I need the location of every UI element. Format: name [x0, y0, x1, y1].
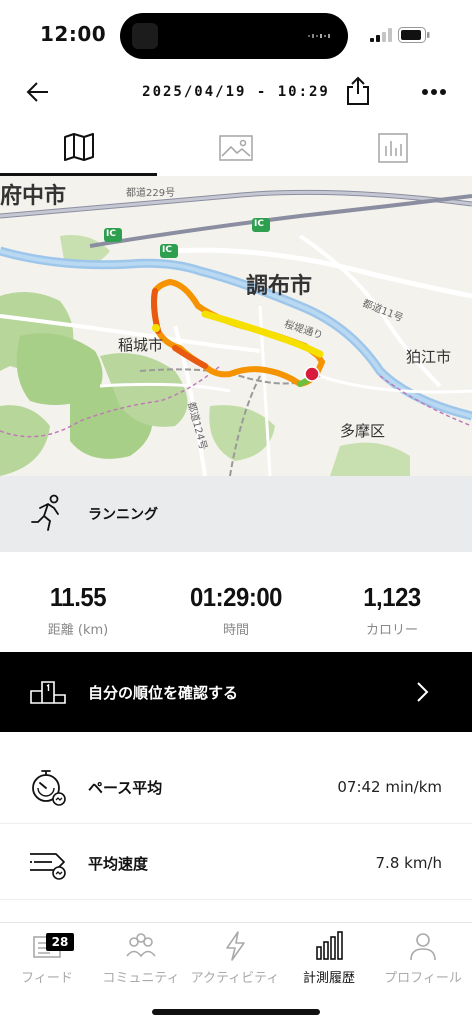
- image-icon: [218, 135, 253, 161]
- tab-photos[interactable]: [157, 120, 314, 176]
- map-label-road-229: 都道229号: [126, 188, 176, 199]
- stopwatch-icon: [32, 770, 66, 806]
- map-icon: [63, 132, 94, 161]
- podium-icon: [30, 681, 66, 704]
- map-label-inagi: 稲城市: [118, 336, 164, 354]
- bottom-nav: 28 フィード コミュニティ アクティビティ 計測履歴 プロフィール: [0, 922, 472, 1024]
- nav-label-profile: プロフィール: [384, 971, 462, 986]
- stat-distance: 11.55 距離 (km): [0, 582, 158, 638]
- metric-speed-label: 平均速度: [88, 855, 149, 873]
- map-label-ic-3: IC: [254, 219, 264, 229]
- nav-item-activity[interactable]: アクティビティ: [188, 929, 282, 991]
- stat-calories: 1,123 カロリー: [312, 582, 472, 638]
- nav-label-community: コミュニティ: [102, 971, 180, 986]
- tab-map[interactable]: [0, 120, 157, 176]
- nav-item-community[interactable]: コミュニティ: [94, 929, 188, 991]
- status-time: 12:00: [40, 22, 107, 46]
- stat-distance-label: 距離 (km): [47, 623, 109, 638]
- activity-type-label: ランニング: [88, 507, 158, 523]
- stat-duration-value: 01:29:00: [189, 582, 283, 612]
- nav-label-history: 計測履歴: [302, 971, 355, 986]
- metric-pace-label: ペース平均: [88, 779, 163, 797]
- metric-row-speed: 平均速度 7.8 km/h: [0, 824, 472, 900]
- page-title: 2025/04/19 - 10:29: [142, 84, 330, 100]
- stat-distance-value: 11.55: [49, 582, 107, 612]
- route-end-marker: [304, 366, 320, 382]
- home-indicator: [152, 1009, 320, 1015]
- map-label-chofu: 調布市: [246, 274, 313, 299]
- chevron-right-icon: [417, 682, 429, 702]
- bar-chart-icon: [378, 133, 408, 163]
- audio-wave-icon: [308, 34, 330, 38]
- dynamic-island: [120, 13, 348, 59]
- signal-icon: [370, 28, 392, 42]
- map-label-ic-1: IC: [106, 229, 116, 239]
- share-icon[interactable]: [344, 76, 372, 106]
- camera-icon: [132, 23, 158, 49]
- route-map[interactable]: 府中市 調布市 稲城市 狛江市 多摩区 都道229号 都道11号 桜堤通り 都道…: [0, 176, 472, 476]
- metric-speed-value: 7.8 km/h: [375, 854, 442, 872]
- tab-charts[interactable]: [314, 120, 472, 176]
- nav-label-activity: アクティビティ: [190, 971, 280, 986]
- header: 2025/04/19 - 10:29: [0, 70, 472, 116]
- feed-badge: 28: [46, 933, 74, 951]
- map-canvas: [0, 176, 472, 476]
- ranking-label: 自分の順位を確認する: [88, 684, 239, 702]
- history-chart-icon: [316, 931, 343, 960]
- battery-icon: [398, 27, 430, 43]
- metric-pace-value: 07:42 min/km: [337, 778, 442, 796]
- metric-row-pace: ペース平均 07:42 min/km: [0, 748, 472, 824]
- summary-stats: 11.55 距離 (km) 01:29:00 時間 1,123 カロリー: [0, 552, 472, 652]
- status-bar: 12:00: [0, 0, 472, 66]
- stat-calories-label: カロリー: [365, 623, 418, 638]
- stat-calories-value: 1,123: [363, 582, 421, 612]
- map-label-komae: 狛江市: [406, 348, 452, 366]
- profile-icon: [410, 933, 436, 961]
- map-label-tama: 多摩区: [340, 422, 386, 440]
- community-icon: [126, 933, 156, 958]
- lightning-icon: [226, 931, 245, 961]
- stat-duration: 01:29:00 時間: [156, 582, 316, 638]
- more-dots-icon[interactable]: [420, 82, 448, 102]
- nav-item-feed[interactable]: 28 フィード: [0, 929, 94, 991]
- map-label-ic-2: IC: [162, 245, 172, 255]
- speed-icon: [30, 853, 66, 880]
- map-label-fuchu: 府中市: [0, 184, 67, 209]
- activity-type-row: ランニング: [0, 476, 472, 552]
- nav-item-history[interactable]: 計測履歴: [282, 929, 376, 991]
- view-tabs: [0, 120, 472, 176]
- nav-item-profile[interactable]: プロフィール: [376, 929, 470, 991]
- stat-duration-label: 時間: [222, 623, 249, 638]
- runner-icon: [31, 494, 59, 531]
- nav-label-feed: フィード: [21, 971, 73, 986]
- ranking-button[interactable]: 自分の順位を確認する: [0, 652, 472, 732]
